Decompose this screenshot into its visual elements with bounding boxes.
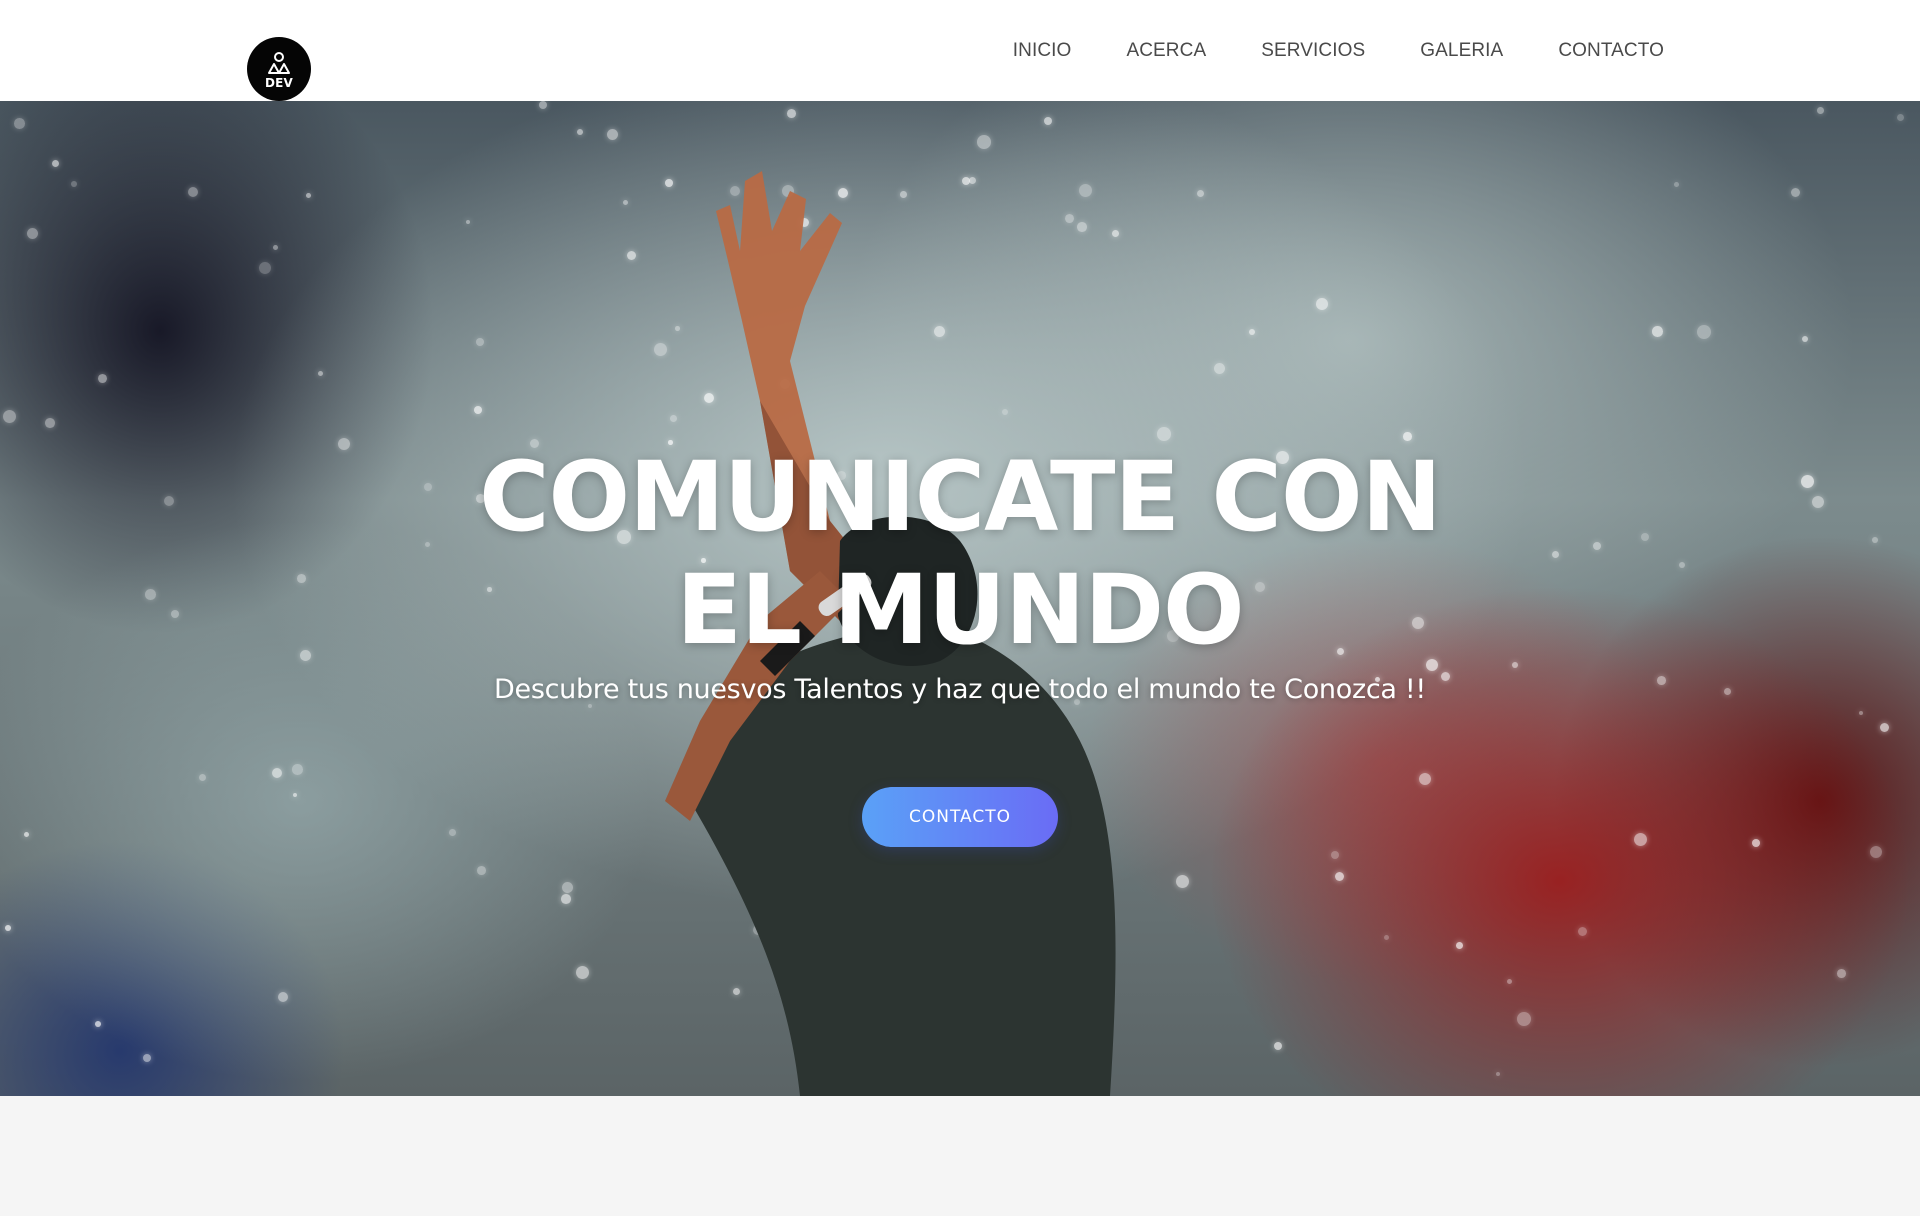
hero-section: COMUNICATE CON EL MUNDO Descubre tus nue… xyxy=(0,101,1920,1096)
main-nav: INICIO ACERCA SERVICIOS GALERIA CONTACTO xyxy=(958,40,1664,62)
site-logo[interactable]: DEV xyxy=(247,37,311,101)
logo-text: DEV xyxy=(264,75,294,90)
nav-item-inicio[interactable]: INICIO xyxy=(1013,40,1072,62)
hero-title-line-1: COMUNICATE CON xyxy=(479,441,1442,553)
nav-item-contacto[interactable]: CONTACTO xyxy=(1558,40,1664,62)
nav-item-galeria[interactable]: GALERIA xyxy=(1420,40,1503,62)
hero-subtitle: Descubre tus nuesvos Talentos y haz que … xyxy=(494,674,1426,705)
hero-title: COMUNICATE CON EL MUNDO xyxy=(0,441,1920,667)
hero-title-line-2: EL MUNDO xyxy=(676,554,1244,666)
nav-item-acerca[interactable]: ACERCA xyxy=(1126,40,1206,62)
contact-button[interactable]: CONTACTO xyxy=(862,787,1058,847)
people-icon xyxy=(268,51,290,74)
next-section xyxy=(0,1096,1920,1216)
nav-item-servicios[interactable]: SERVICIOS xyxy=(1261,40,1365,62)
